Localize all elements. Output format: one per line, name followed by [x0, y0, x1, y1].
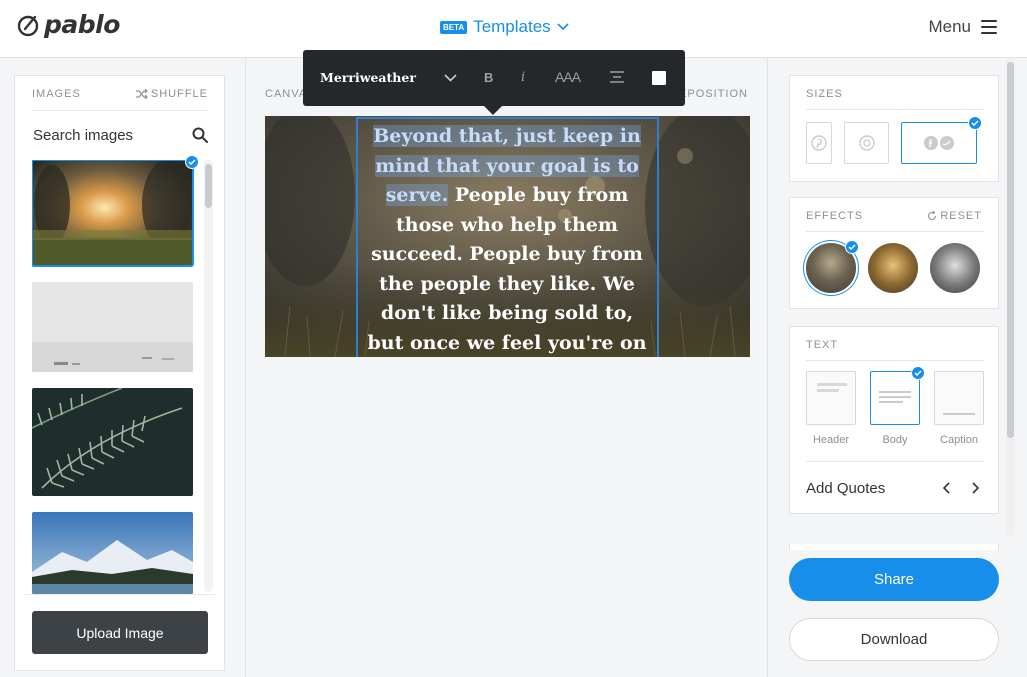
text-format-toolbar: Merriweather B i AAA — [303, 50, 685, 115]
thumbnail-foggy-sea[interactable] — [32, 282, 193, 372]
add-quotes-label[interactable]: Add Quotes — [806, 480, 885, 497]
images-scrollbar[interactable] — [204, 160, 213, 592]
chevron-down-icon — [557, 23, 569, 31]
upload-image-button[interactable]: Upload Image — [32, 611, 208, 654]
divider — [32, 110, 208, 111]
settings-panel: SIZES EFFECTS RESET TEXT Header Body Cap… — [769, 58, 1027, 677]
reposition-label[interactable]: EPOSITION — [679, 88, 748, 100]
canvas-label: CANVA — [265, 88, 308, 100]
reset-button[interactable]: RESET — [927, 210, 982, 222]
text-label: TEXT — [806, 339, 839, 351]
quote-rest-text: People buy from those who help them succ… — [367, 184, 647, 354]
italic-button[interactable]: i — [521, 70, 525, 85]
text-option-body[interactable] — [870, 371, 920, 425]
sizes-label: SIZES — [806, 88, 843, 100]
image-thumbnail-list — [32, 160, 194, 594]
thumbnail-mountain-lake[interactable] — [32, 512, 193, 594]
size-facebook-twitter[interactable] — [901, 122, 977, 164]
settings-scrollbar[interactable] — [1006, 58, 1015, 536]
foggy-sea-image — [32, 282, 193, 372]
effects-label: EFFECTS — [806, 210, 864, 222]
font-name[interactable]: Merriweather — [320, 70, 416, 85]
panel-fade — [769, 530, 1027, 544]
sizes-card: SIZES — [789, 75, 999, 182]
shuffle-icon — [135, 89, 148, 99]
search-bar — [33, 124, 208, 146]
pinterest-icon — [811, 135, 827, 151]
images-label: IMAGES — [32, 88, 81, 100]
reset-label: RESET — [940, 210, 982, 222]
pablo-logo[interactable]: pablo — [16, 10, 120, 39]
divider — [806, 461, 984, 462]
selected-check-icon — [845, 240, 859, 254]
text-option-header[interactable] — [806, 371, 856, 425]
divider — [806, 231, 984, 232]
chevron-left-icon[interactable] — [943, 482, 951, 494]
effect-grayscale[interactable] — [930, 243, 980, 293]
sizes-header: SIZES — [806, 88, 982, 100]
share-button[interactable]: Share — [789, 558, 999, 601]
text-option-caption-label: Caption — [940, 434, 978, 446]
thumbnail-fern[interactable] — [32, 388, 193, 496]
shuffle-button[interactable]: SHUFFLE — [135, 88, 208, 100]
templates-label: Templates — [473, 17, 551, 36]
text-option-header-label: Header — [812, 434, 850, 446]
scrollbar-thumb[interactable] — [205, 164, 212, 208]
menu-label: Menu — [928, 17, 971, 36]
search-icon[interactable] — [192, 127, 208, 143]
text-card: TEXT Header Body Caption Add Quotes — [789, 326, 999, 514]
text-header: TEXT — [806, 339, 982, 351]
text-size-button[interactable]: AAA — [555, 69, 581, 85]
scrollbar-thumb[interactable] — [1007, 62, 1014, 438]
download-button[interactable]: Download — [789, 618, 999, 661]
images-panel: IMAGES SHUFFLE Search images Upload Imag… — [14, 75, 225, 671]
text-option-body-label: Body — [882, 434, 908, 446]
facebook-twitter-icon — [924, 136, 954, 150]
align-center-icon[interactable] — [609, 71, 625, 83]
text-color-swatch[interactable] — [652, 71, 666, 85]
selected-check-icon — [968, 116, 982, 130]
chevron-right-icon[interactable] — [971, 482, 979, 494]
effects-header: EFFECTS RESET — [806, 210, 982, 222]
reset-icon — [928, 211, 937, 221]
font-chevron-down-icon[interactable] — [444, 74, 457, 82]
size-pinterest[interactable] — [806, 122, 832, 164]
divider — [806, 109, 984, 110]
menu-button[interactable]: Menu — [928, 17, 997, 37]
instagram-icon — [858, 135, 875, 151]
selected-check-icon — [911, 366, 925, 380]
bold-button[interactable]: B — [484, 70, 493, 85]
beta-badge: BETA — [440, 20, 468, 34]
image-canvas[interactable]: Beyond that, just keep in mind that your… — [265, 116, 750, 357]
images-panel-header: IMAGES SHUFFLE — [32, 88, 208, 100]
divider — [806, 360, 984, 361]
effect-warm[interactable] — [868, 243, 918, 293]
thumbnail-sunset-field[interactable] — [32, 160, 194, 267]
logo-icon — [17, 15, 39, 36]
search-input[interactable] — [33, 126, 183, 144]
text-option-caption[interactable] — [934, 371, 984, 425]
templates-dropdown[interactable]: BETA Templates — [440, 17, 569, 37]
canvas-area: CANVA EPOSITION Beyond that, just keep i… — [245, 58, 768, 677]
divider — [25, 594, 215, 595]
fern-image — [32, 388, 193, 496]
mountain-lake-image — [32, 512, 193, 594]
quote-text[interactable]: Beyond that, just keep in mind that your… — [361, 122, 653, 357]
logo-text: pablo — [44, 10, 120, 39]
effects-card: EFFECTS RESET — [789, 197, 999, 309]
shuffle-label: SHUFFLE — [150, 88, 208, 100]
selected-check-icon — [185, 155, 199, 169]
size-instagram[interactable] — [844, 122, 889, 164]
hamburger-icon — [981, 20, 997, 34]
sunset-field-image — [32, 160, 193, 266]
